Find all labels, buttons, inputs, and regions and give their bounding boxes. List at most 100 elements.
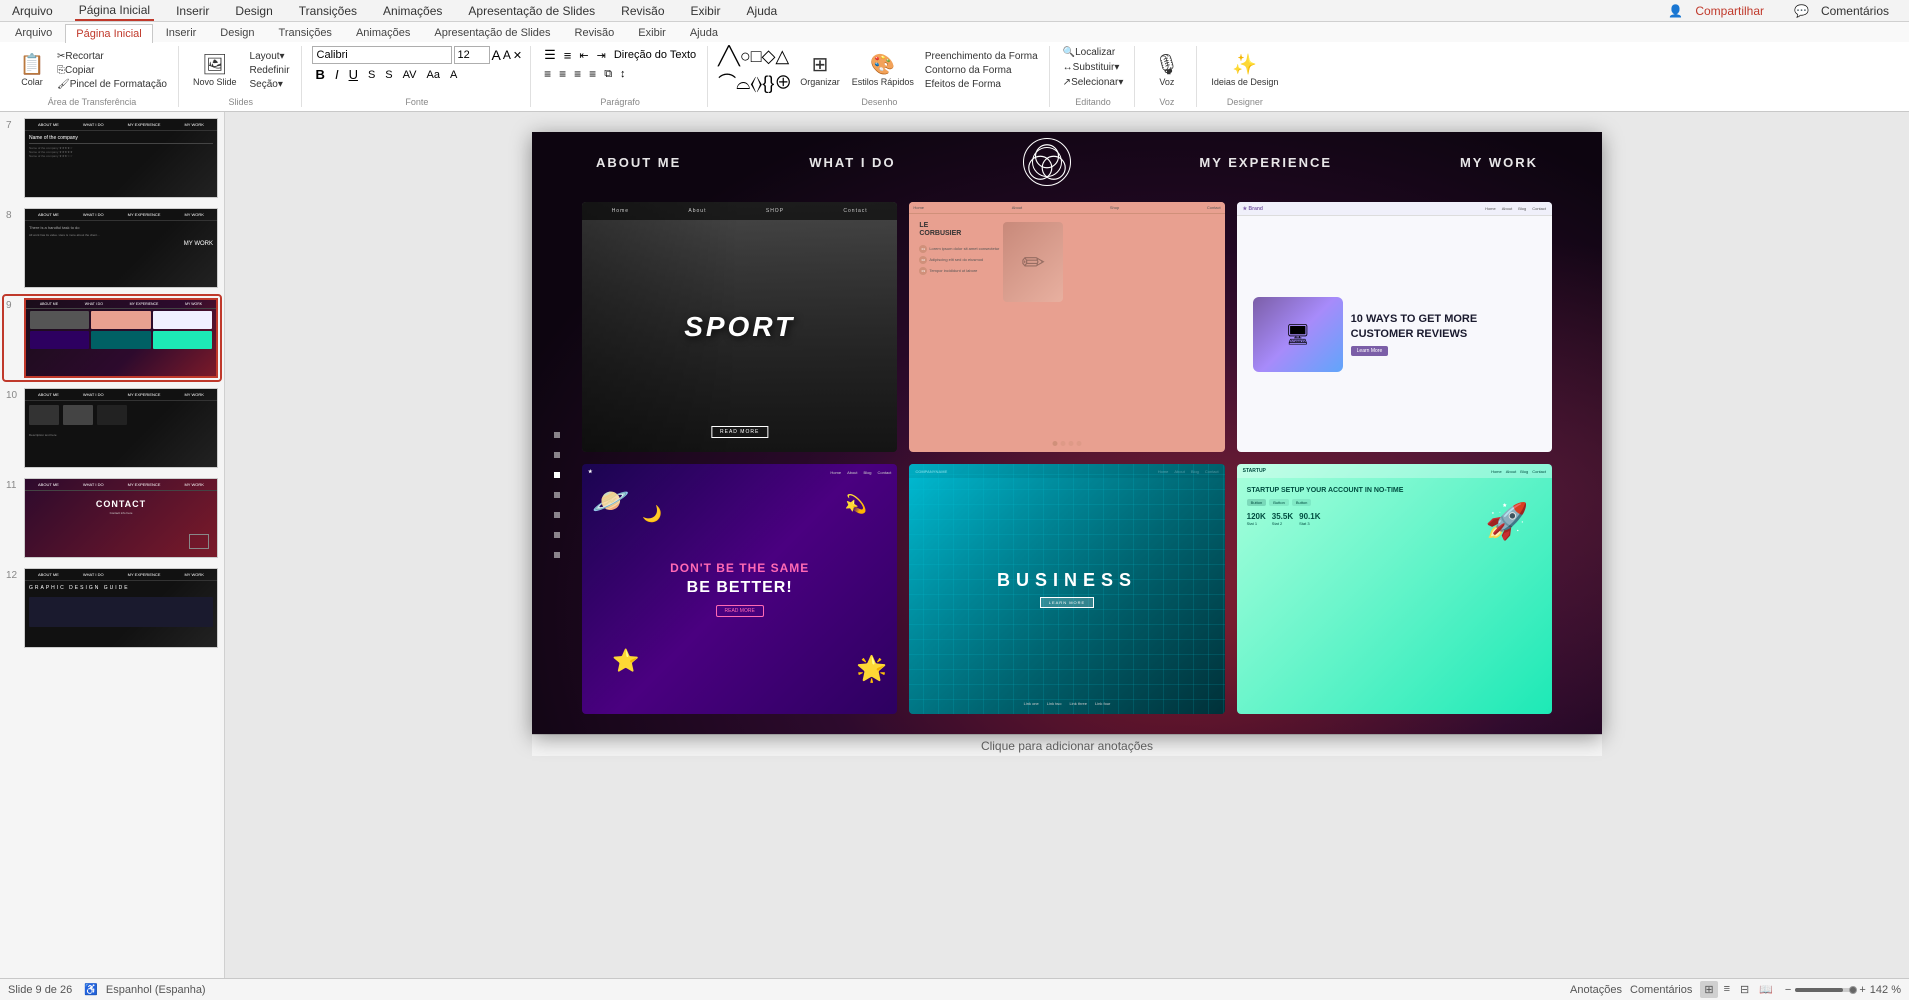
- select-button[interactable]: ↗ Selecionar ▾: [1060, 76, 1127, 89]
- menu-arquivo[interactable]: Arquivo: [8, 2, 57, 20]
- quick-styles-button[interactable]: 🎨 Estilos Rápidos: [848, 53, 918, 89]
- columns-button[interactable]: ⧉: [601, 67, 615, 82]
- text-direction-button[interactable]: Direção do Texto: [611, 48, 699, 62]
- menu-ajuda[interactable]: Ajuda: [743, 2, 782, 20]
- tab-transicoes[interactable]: Transições: [268, 23, 343, 42]
- indent-less-button[interactable]: ⇤: [576, 48, 591, 63]
- align-center-button[interactable]: ≡: [556, 66, 569, 82]
- font-clear-button[interactable]: ✕: [513, 49, 522, 62]
- copy-button[interactable]: ⎘ Copiar: [54, 64, 170, 77]
- share-button[interactable]: 👤 Compartilhar: [1656, 0, 1776, 22]
- organize-button[interactable]: ⊞ Organizar: [796, 53, 844, 89]
- slide-panel: 7 ABOUT MEWHAT I DOMY EXPERIENCEMY WORK …: [0, 112, 225, 978]
- logo-svg: [1024, 138, 1070, 186]
- cut-button[interactable]: ✂ Recortar: [54, 50, 170, 63]
- format-painter-button[interactable]: 🖌 Pincel de Formatação: [54, 78, 170, 91]
- card-le-corbusier: HomeAboutShopContact LECORBUSIER 01 Lore…: [909, 202, 1224, 452]
- align-left-button[interactable]: ≡: [541, 66, 554, 82]
- font-grow-button[interactable]: A: [492, 47, 501, 63]
- tab-pagina-inicial[interactable]: Página Inicial: [65, 24, 152, 43]
- view-outline[interactable]: ≡: [1720, 981, 1734, 998]
- menu-animacoes[interactable]: Animações: [379, 2, 446, 20]
- new-slide-button[interactable]: 🖼 Novo Slide: [189, 53, 241, 89]
- tab-animacoes[interactable]: Animações: [345, 23, 421, 42]
- justify-button[interactable]: ≡: [586, 66, 599, 82]
- reset-button[interactable]: Redefinir: [247, 64, 293, 77]
- tab-apresentacao[interactable]: Apresentação de Slides: [423, 23, 561, 42]
- shadow-button[interactable]: S: [381, 68, 396, 82]
- design-ideas-button[interactable]: ✨ Ideias de Design: [1207, 53, 1282, 89]
- slide-thumb-8[interactable]: 8 ABOUT MEWHAT I DOMY EXPERIENCEMY WORK …: [4, 206, 220, 290]
- slide-selection-dots: [554, 432, 560, 558]
- shape-effects-button[interactable]: Efeitos de Forma: [922, 78, 1041, 91]
- menu-transicoes[interactable]: Transições: [295, 2, 361, 20]
- strikethrough-button[interactable]: S: [364, 68, 379, 82]
- tab-arquivo[interactable]: Arquivo: [4, 23, 63, 42]
- font-shrink-button[interactable]: A: [503, 48, 511, 62]
- notes-toggle[interactable]: Anotações: [1570, 984, 1622, 996]
- slide-thumb-9[interactable]: 9 ABOUT MEWHAT I DOMY EXPERIENCEMY WORK: [4, 296, 220, 380]
- zoom-controls: − + 142 %: [1785, 984, 1901, 996]
- align-right-button[interactable]: ≡: [571, 66, 584, 82]
- shapes-row1[interactable]: ╱╲○□◇△: [718, 46, 792, 67]
- tab-inserir[interactable]: Inserir: [155, 23, 208, 42]
- slide-canvas[interactable]: ABOUT ME WHAT I DO MY EXPERIENCE MY WORK: [532, 132, 1602, 734]
- comments-button[interactable]: 💬 Comentários: [1782, 0, 1901, 22]
- ribbon-group-drawing: ╱╲○□◇△ ⌒⌓⟨⟩{}⊕ ⊞ Organizar 🎨 Estilos Ráp…: [710, 46, 1050, 107]
- font-size-input[interactable]: [454, 46, 490, 64]
- accessibility-icon: ♿: [84, 983, 98, 996]
- slide-thumb-10[interactable]: 10 ABOUT MEWHAT I DOMY EXPERIENCEMY WORK…: [4, 386, 220, 470]
- zoom-in-button[interactable]: +: [1859, 984, 1865, 996]
- card-space: ★ HomeAboutBlogContact 🪐 🌟 💫 ⭐ 🌙 DON'T B…: [582, 464, 897, 714]
- comments-icon: 💬: [1790, 2, 1813, 20]
- shapes-row2[interactable]: ⌒⌓⟨⟩{}⊕: [718, 69, 792, 95]
- menu-design[interactable]: Design: [231, 2, 276, 20]
- ribbon: Arquivo Página Inicial Inserir Design Tr…: [0, 22, 1909, 112]
- card-10-ways: ★ Brand HomeAboutBlogContact 🖥 10 WAYS T…: [1237, 202, 1552, 452]
- card-business-title: BUSINESS: [997, 570, 1137, 591]
- font-name-input[interactable]: [312, 46, 452, 64]
- tab-revisao[interactable]: Revisão: [564, 23, 626, 42]
- indent-more-button[interactable]: ⇥: [594, 48, 609, 63]
- numbering-button[interactable]: ≡: [561, 47, 575, 64]
- layout-button[interactable]: Layout ▾: [247, 50, 293, 63]
- bullets-button[interactable]: ☰: [541, 46, 559, 64]
- underline-button[interactable]: U: [345, 66, 362, 83]
- view-sorter[interactable]: ⊟: [1736, 981, 1753, 998]
- shape-outline-button[interactable]: Contorno da Forma: [922, 64, 1041, 77]
- paste-button[interactable]: 📋 Colar: [14, 53, 50, 89]
- menu-revisao[interactable]: Revisão: [617, 2, 668, 20]
- line-spacing-button[interactable]: ↕: [617, 67, 629, 81]
- tab-ajuda[interactable]: Ajuda: [679, 23, 729, 42]
- notes-bar[interactable]: Clique para adicionar anotações: [532, 734, 1602, 756]
- slide-thumb-12[interactable]: 12 ABOUT MEWHAT I DOMY EXPERIENCEMY WORK…: [4, 566, 220, 650]
- shape-fill-button[interactable]: Preenchimento da Forma: [922, 50, 1041, 63]
- tab-exibir[interactable]: Exibir: [627, 23, 677, 42]
- section-button[interactable]: Seção ▾: [247, 78, 293, 91]
- canvas-area: ABOUT ME WHAT I DO MY EXPERIENCE MY WORK: [225, 112, 1909, 978]
- menu-apresentacao[interactable]: Apresentação de Slides: [464, 2, 599, 20]
- card-sport-title: SPORT: [684, 311, 795, 343]
- organize-icon: ⊞: [812, 55, 829, 75]
- tab-design[interactable]: Design: [209, 23, 265, 42]
- bold-button[interactable]: B: [312, 66, 329, 83]
- comments-toggle[interactable]: Comentários: [1630, 984, 1692, 996]
- view-reading[interactable]: 📖: [1755, 981, 1777, 998]
- replace-button[interactable]: ↔ Substituir ▾: [1060, 61, 1123, 74]
- menu-inserir[interactable]: Inserir: [172, 2, 213, 20]
- font-color-button[interactable]: A: [446, 68, 461, 82]
- slide-thumb-11[interactable]: 11 ABOUT MEWHAT I DOMY EXPERIENCEMY WORK…: [4, 476, 220, 560]
- dictate-button[interactable]: 🎙 Voz: [1149, 53, 1185, 89]
- menu-exibir[interactable]: Exibir: [687, 2, 725, 20]
- slide-preview-12: ABOUT MEWHAT I DOMY EXPERIENCEMY WORK GR…: [24, 568, 218, 648]
- char-spacing-button[interactable]: AV: [399, 68, 421, 82]
- change-case-button[interactable]: Aa: [423, 68, 444, 82]
- slide-thumb-7[interactable]: 7 ABOUT MEWHAT I DOMY EXPERIENCEMY WORK …: [4, 116, 220, 200]
- view-normal[interactable]: ⊞: [1700, 981, 1717, 998]
- zoom-out-button[interactable]: −: [1785, 984, 1791, 996]
- menu-pagina-inicial[interactable]: Página Inicial: [75, 1, 154, 21]
- zoom-slider[interactable]: [1795, 988, 1855, 992]
- find-button[interactable]: 🔍 Localizar: [1060, 46, 1118, 59]
- selection-dot: [554, 492, 560, 498]
- italic-button[interactable]: I: [331, 66, 343, 83]
